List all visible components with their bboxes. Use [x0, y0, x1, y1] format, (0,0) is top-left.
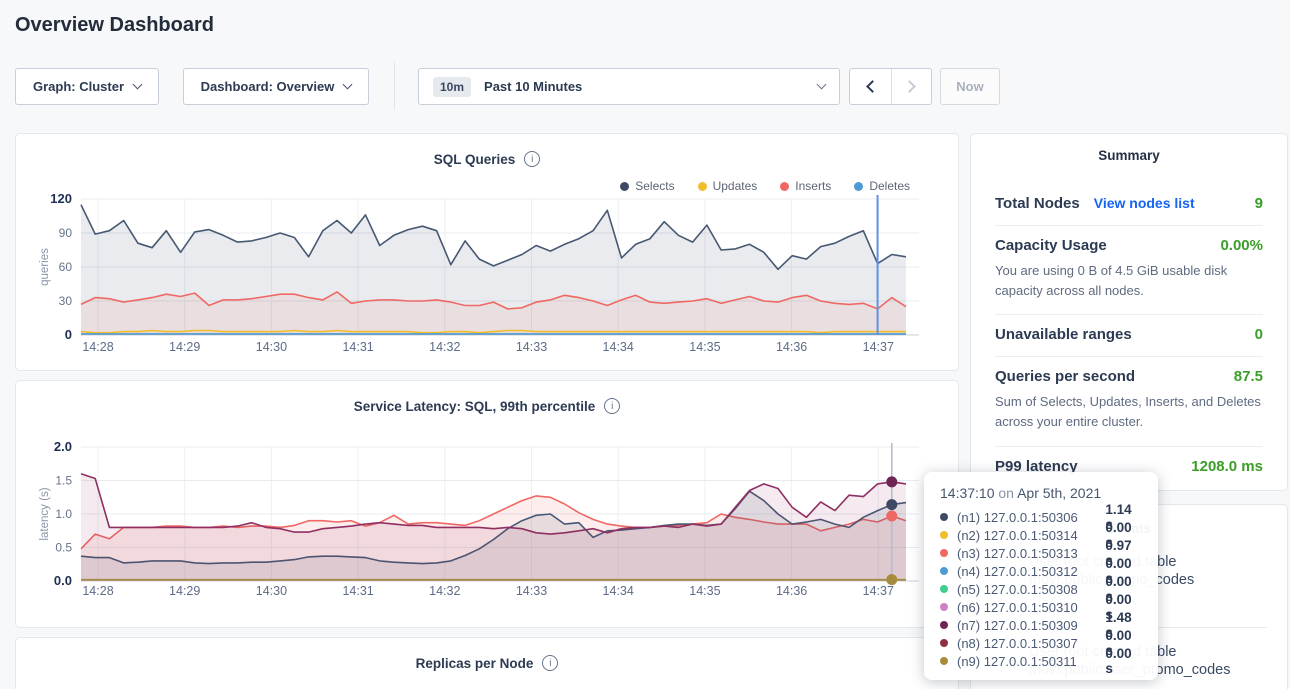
- total-nodes-value: 9: [1255, 195, 1263, 212]
- svg-text:14:36: 14:36: [776, 584, 807, 598]
- chevron-down-icon: [817, 80, 827, 90]
- dashboard-label: Dashboard: Overview: [201, 79, 335, 94]
- svg-text:14:37: 14:37: [863, 584, 894, 598]
- node-dot-icon: [940, 657, 948, 665]
- capacity-usage-value: 0.00%: [1220, 237, 1263, 254]
- svg-text:14:28: 14:28: [82, 340, 113, 354]
- chart-hover-tooltip: 14:37:10 on Apr 5th, 2021 (n1) 127.0.0.1…: [924, 472, 1158, 680]
- chevron-down-icon: [133, 80, 143, 90]
- dashboard-dropdown[interactable]: Dashboard: Overview: [183, 68, 369, 105]
- svg-text:14:30: 14:30: [256, 584, 287, 598]
- page-title: Overview Dashboard: [15, 14, 214, 37]
- chevron-down-icon: [343, 80, 353, 90]
- info-icon[interactable]: i: [542, 655, 558, 671]
- svg-text:60: 60: [59, 260, 73, 274]
- node-dot-icon: [940, 621, 948, 629]
- node-dot-icon: [940, 549, 948, 557]
- capacity-usage-label: Capacity Usage: [995, 237, 1107, 254]
- svg-text:14:29: 14:29: [169, 340, 200, 354]
- svg-text:90: 90: [59, 226, 73, 240]
- toolbar-divider: [394, 62, 395, 110]
- node-dot-icon: [940, 513, 948, 521]
- capacity-usage-description: You are using 0 B of 4.5 GiB usable disk…: [995, 261, 1263, 301]
- svg-text:1.0: 1.0: [55, 507, 72, 521]
- svg-text:2.0: 2.0: [54, 439, 72, 454]
- svg-text:14:36: 14:36: [776, 340, 807, 354]
- svg-text:14:29: 14:29: [169, 584, 200, 598]
- unavailable-ranges-value: 0: [1255, 326, 1263, 343]
- summary-qps-section: Queries per second 87.5 Sum of Selects, …: [995, 357, 1263, 446]
- svg-text:14:32: 14:32: [429, 584, 460, 598]
- svg-text:14:35: 14:35: [689, 584, 720, 598]
- node-dot-icon: [940, 585, 948, 593]
- svg-text:30: 30: [59, 294, 73, 308]
- p99-latency-value: 1208.0 ms: [1191, 458, 1263, 475]
- svg-text:14:28: 14:28: [82, 584, 113, 598]
- tooltip-timestamp: 14:37:10 on Apr 5th, 2021: [940, 485, 1142, 501]
- svg-text:14:33: 14:33: [516, 584, 547, 598]
- svg-text:1.5: 1.5: [55, 474, 72, 488]
- service-latency-panel: Service Latency: SQL, 99th percentile i …: [15, 380, 959, 628]
- node-dot-icon: [940, 567, 948, 575]
- svg-text:14:34: 14:34: [603, 584, 634, 598]
- time-back-button[interactable]: [850, 69, 891, 104]
- svg-text:14:34: 14:34: [603, 340, 634, 354]
- service-latency-chart[interactable]: 14:28 14:29 14:30 14:31 14:32 14:33 14:34 14:35…: [16, 381, 958, 627]
- now-button-label: Now: [956, 79, 983, 94]
- time-range-badge: 10m: [433, 77, 471, 97]
- graph-scope-dropdown[interactable]: Graph: Cluster: [15, 68, 159, 105]
- chevron-left-icon: [866, 80, 879, 93]
- time-range-label: Past 10 Minutes: [484, 79, 582, 94]
- node-dot-icon: [940, 603, 948, 611]
- node-dot-icon: [940, 639, 948, 647]
- view-nodes-list-link[interactable]: View nodes list: [1094, 195, 1195, 211]
- svg-text:0: 0: [65, 327, 72, 342]
- sql-queries-chart[interactable]: 14:28 14:29 14:30 14:31 14:32 14:33 14:34 14:35…: [16, 134, 958, 370]
- svg-text:latency (s): latency (s): [39, 487, 51, 540]
- qps-label: Queries per second: [995, 368, 1135, 385]
- tooltip-row: (n9) 127.0.0.1:503110.00 s: [940, 652, 1142, 670]
- svg-text:0.0: 0.0: [54, 573, 72, 588]
- svg-text:0.5: 0.5: [55, 541, 72, 555]
- svg-text:14:33: 14:33: [516, 340, 547, 354]
- node-dot-icon: [940, 531, 948, 539]
- chevron-right-icon: [903, 80, 916, 93]
- summary-title: Summary: [995, 148, 1263, 163]
- qps-value: 87.5: [1234, 368, 1263, 385]
- time-range-dropdown[interactable]: 10m Past 10 Minutes: [418, 68, 840, 105]
- total-nodes-label: Total Nodes: [995, 195, 1080, 212]
- sql-queries-panel: SQL Queries i Selects Updates Inserts De…: [15, 133, 959, 371]
- svg-text:14:30: 14:30: [256, 340, 287, 354]
- svg-text:14:32: 14:32: [429, 340, 460, 354]
- svg-text:14:37: 14:37: [863, 340, 894, 354]
- svg-text:14:35: 14:35: [689, 340, 720, 354]
- summary-capacity-section: Capacity Usage 0.00% You are using 0 B o…: [995, 226, 1263, 315]
- time-nav-group: [849, 68, 932, 105]
- replicas-per-node-panel: Replicas per Node i: [15, 637, 959, 689]
- time-forward-button[interactable]: [891, 69, 932, 104]
- graph-scope-label: Graph: Cluster: [33, 79, 124, 94]
- unavailable-ranges-label: Unavailable ranges: [995, 326, 1132, 343]
- svg-text:120: 120: [50, 191, 72, 206]
- svg-text:14:31: 14:31: [342, 340, 373, 354]
- summary-total-nodes-section: Total Nodes View nodes list 9: [995, 184, 1263, 226]
- svg-text:queries: queries: [39, 248, 51, 286]
- svg-text:14:31: 14:31: [342, 584, 373, 598]
- replicas-per-node-title: Replicas per Node i: [16, 655, 958, 671]
- now-button[interactable]: Now: [940, 68, 1000, 105]
- summary-panel: Summary Total Nodes View nodes list 9 Ca…: [970, 133, 1288, 491]
- qps-description: Sum of Selects, Updates, Inserts, and De…: [995, 392, 1263, 432]
- summary-unavailable-section: Unavailable ranges 0: [995, 315, 1263, 357]
